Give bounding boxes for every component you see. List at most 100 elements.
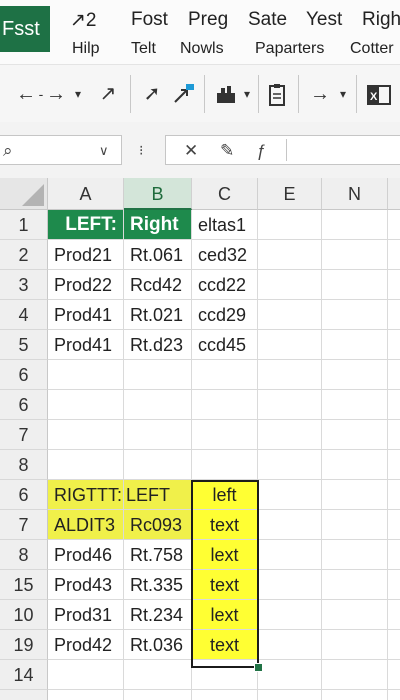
- cell-c[interactable]: eltas1: [192, 210, 258, 240]
- cell-a[interactable]: [48, 660, 124, 690]
- cell-n[interactable]: [322, 510, 388, 540]
- file-tab[interactable]: Fsst: [0, 6, 50, 52]
- row-header[interactable]: 6: [0, 360, 48, 390]
- row-header[interactable]: [0, 690, 48, 700]
- row-header[interactable]: 7: [0, 420, 48, 450]
- name-box[interactable]: ⌕ ∨: [0, 135, 122, 165]
- cell-c[interactable]: [192, 690, 258, 700]
- cell-n[interactable]: [322, 540, 388, 570]
- cell-b[interactable]: Rt.036: [124, 630, 192, 660]
- tab-preg[interactable]: Preg: [188, 9, 228, 31]
- row-header[interactable]: 19: [0, 630, 48, 660]
- cell-x[interactable]: [388, 420, 400, 450]
- cell-a[interactable]: LEFT:: [48, 210, 124, 240]
- cell-e[interactable]: [258, 210, 322, 240]
- cell-x[interactable]: [388, 450, 400, 480]
- cell-b[interactable]: Right: [124, 210, 192, 240]
- paint-icon[interactable]: [212, 79, 240, 109]
- cell-n[interactable]: [322, 360, 388, 390]
- tab-paparters[interactable]: Paparters: [255, 40, 324, 58]
- cell-n[interactable]: [322, 420, 388, 450]
- tab-nowls[interactable]: Nowls: [180, 40, 224, 58]
- column-header-a[interactable]: A: [48, 178, 124, 210]
- cell-b[interactable]: [124, 360, 192, 390]
- cell-a[interactable]: Prod46: [48, 540, 124, 570]
- cell-c[interactable]: left: [192, 480, 258, 510]
- cell-c[interactable]: [192, 420, 258, 450]
- cell-b[interactable]: [124, 450, 192, 480]
- row-header[interactable]: 14: [0, 660, 48, 690]
- select-all-button[interactable]: [0, 178, 48, 210]
- cell-a[interactable]: ALDIT3: [48, 510, 124, 540]
- cell-b[interactable]: [124, 690, 192, 700]
- cell-x[interactable]: [388, 390, 400, 420]
- formula-input-area[interactable]: ✕ ✎ ƒ: [165, 135, 400, 165]
- cell-n[interactable]: [322, 690, 388, 700]
- cell-x[interactable]: [388, 540, 400, 570]
- tab-fost[interactable]: Fost: [131, 9, 168, 31]
- cell-b[interactable]: LEFT: [124, 480, 192, 510]
- cell-a[interactable]: [48, 390, 124, 420]
- dropdown-icon[interactable]: ▾: [70, 79, 86, 109]
- cell-c[interactable]: lext: [192, 600, 258, 630]
- cell-b[interactable]: Rcd42: [124, 270, 192, 300]
- cell-e[interactable]: [258, 540, 322, 570]
- cell-b[interactable]: Rt.234: [124, 600, 192, 630]
- cell-x[interactable]: [388, 300, 400, 330]
- cell-x[interactable]: [388, 510, 400, 540]
- cell-n[interactable]: [322, 480, 388, 510]
- cell-c[interactable]: ccd29: [192, 300, 258, 330]
- row-header[interactable]: 6: [0, 480, 48, 510]
- cell-n[interactable]: [322, 600, 388, 630]
- dropdown-icon[interactable]: ▾: [336, 79, 350, 109]
- cell-c[interactable]: text: [192, 630, 258, 660]
- cell-a[interactable]: [48, 360, 124, 390]
- row-header[interactable]: 1: [0, 210, 48, 240]
- cell-a[interactable]: Prod42: [48, 630, 124, 660]
- row-header[interactable]: 10: [0, 600, 48, 630]
- cell-x[interactable]: [388, 330, 400, 360]
- cell-n[interactable]: [322, 570, 388, 600]
- paste-icon[interactable]: [264, 79, 292, 109]
- cell-e[interactable]: [258, 570, 322, 600]
- cell-x[interactable]: [388, 690, 400, 700]
- cell-c[interactable]: ccd22: [192, 270, 258, 300]
- cancel-icon[interactable]: ✕: [184, 136, 198, 166]
- cell-c[interactable]: text: [192, 510, 258, 540]
- chevron-down-icon[interactable]: ∨: [99, 136, 109, 166]
- row-header[interactable]: 7: [0, 510, 48, 540]
- cell-b[interactable]: Rc093: [124, 510, 192, 540]
- cell-b[interactable]: [124, 390, 192, 420]
- column-header-overflow[interactable]: [388, 178, 400, 210]
- cell-a[interactable]: Prod43: [48, 570, 124, 600]
- cell-x[interactable]: [388, 600, 400, 630]
- cell-x[interactable]: [388, 360, 400, 390]
- redo-icon[interactable]: →: [44, 79, 68, 109]
- more-options-icon[interactable]: ⁝: [139, 135, 143, 165]
- cell-c[interactable]: lext: [192, 540, 258, 570]
- cell-c[interactable]: ccd45: [192, 330, 258, 360]
- cell-e[interactable]: [258, 600, 322, 630]
- cell-b[interactable]: [124, 660, 192, 690]
- row-header[interactable]: 4: [0, 300, 48, 330]
- cell-e[interactable]: [258, 360, 322, 390]
- cell-x[interactable]: [388, 270, 400, 300]
- cell-b[interactable]: Rt.d23: [124, 330, 192, 360]
- cell-a[interactable]: [48, 420, 124, 450]
- cell-e[interactable]: [258, 390, 322, 420]
- cell-b[interactable]: Rt.021: [124, 300, 192, 330]
- cell-a[interactable]: RIGTTT: .: [48, 480, 132, 510]
- cell-e[interactable]: [258, 240, 322, 270]
- fill-handle[interactable]: [254, 663, 263, 672]
- row-header[interactable]: 15: [0, 570, 48, 600]
- cell-x[interactable]: [388, 480, 400, 510]
- tab-cotter[interactable]: Cotter: [350, 40, 394, 58]
- cell-x[interactable]: [388, 630, 400, 660]
- cell-e[interactable]: [258, 270, 322, 300]
- cell-e[interactable]: [258, 300, 322, 330]
- cell-a[interactable]: Prod22: [48, 270, 124, 300]
- cell-n[interactable]: [322, 300, 388, 330]
- cell-e[interactable]: [258, 420, 322, 450]
- tab-yest[interactable]: Yest: [306, 9, 342, 31]
- row-header[interactable]: 2: [0, 240, 48, 270]
